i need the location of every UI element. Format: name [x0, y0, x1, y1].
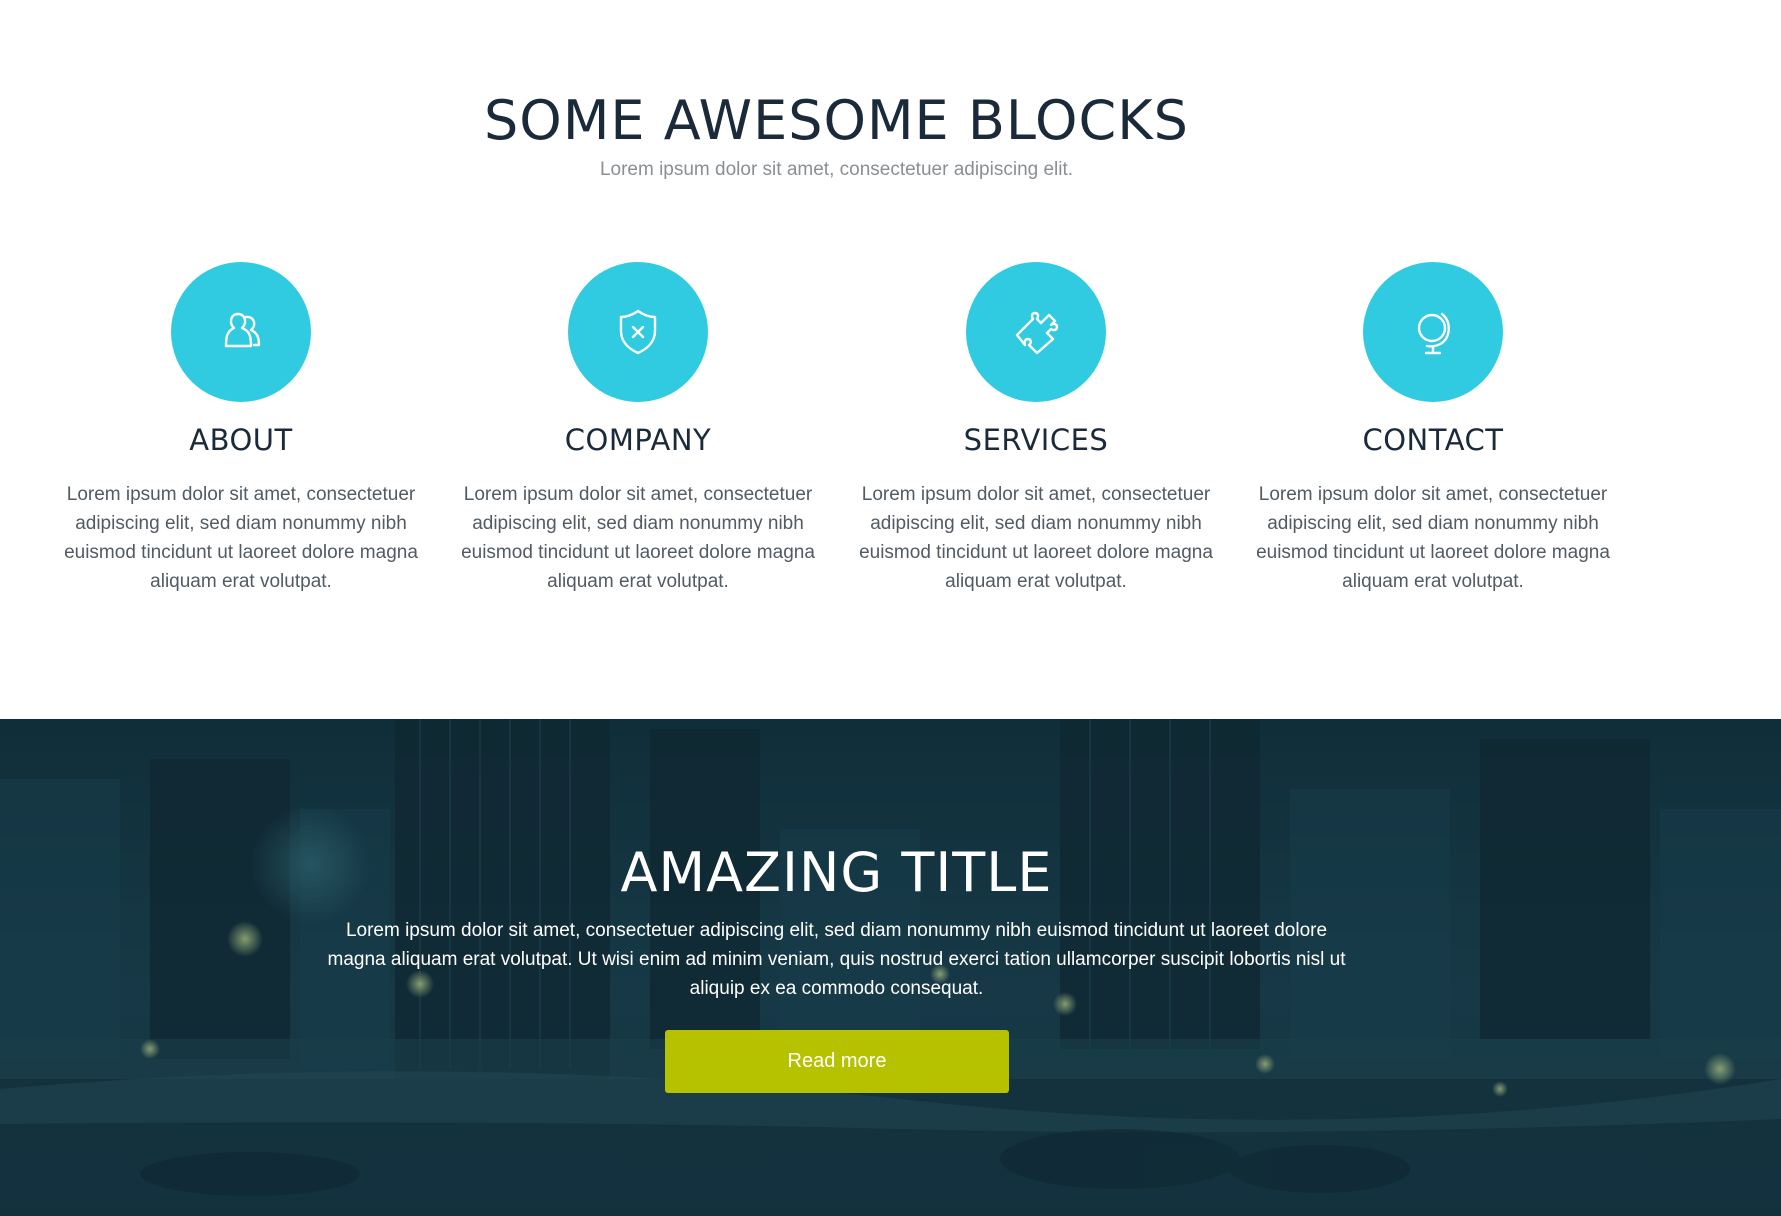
section-subtitle: Lorem ipsum dolor sit amet, consectetuer…	[599, 159, 1074, 180]
block-about: ABOUT Lorem ipsum dolor sit amet, consec…	[55, 262, 427, 596]
block-text: Lorem ipsum dolor sit amet, consectetuer…	[461, 484, 815, 592]
globe-icon	[1417, 312, 1450, 355]
hero-title: AMAZING TITLE	[620, 841, 1053, 904]
block-icon-circle	[568, 262, 708, 402]
hero-section: AMAZING TITLE Lorem ipsum dolor sit amet…	[0, 719, 1781, 1216]
block-title: COMPANY	[564, 423, 712, 457]
section-title: SOME AWESOME BLOCKS	[484, 89, 1189, 152]
block-services: SERVICES Lorem ipsum dolor sit amet, con…	[850, 262, 1222, 596]
blocks-section: SOME AWESOME BLOCKS Lorem ipsum dolor si…	[0, 0, 1781, 719]
block-contact: CONTACT Lorem ipsum dolor sit amet, cons…	[1247, 262, 1619, 596]
block-icon-circle	[1363, 262, 1503, 402]
puzzle-icon	[1015, 311, 1059, 355]
block-title: SERVICES	[963, 423, 1109, 457]
block-icon-circle	[966, 262, 1106, 402]
block-title: ABOUT	[189, 423, 293, 457]
block-icon-circle	[171, 262, 311, 402]
hero-text: Lorem ipsum dolor sit amet, consectetuer…	[327, 920, 1346, 999]
block-title: CONTACT	[1362, 423, 1504, 457]
block-text: Lorem ipsum dolor sit amet, consectetuer…	[64, 484, 418, 592]
block-text: Lorem ipsum dolor sit amet, consectetuer…	[1256, 484, 1610, 592]
shield-icon	[619, 309, 657, 355]
block-company: COMPANY Lorem ipsum dolor sit amet, cons…	[452, 262, 824, 596]
read-more-button[interactable]: Read more	[665, 1030, 1009, 1093]
block-text: Lorem ipsum dolor sit amet, consectetuer…	[859, 484, 1213, 592]
users-icon	[224, 312, 261, 348]
